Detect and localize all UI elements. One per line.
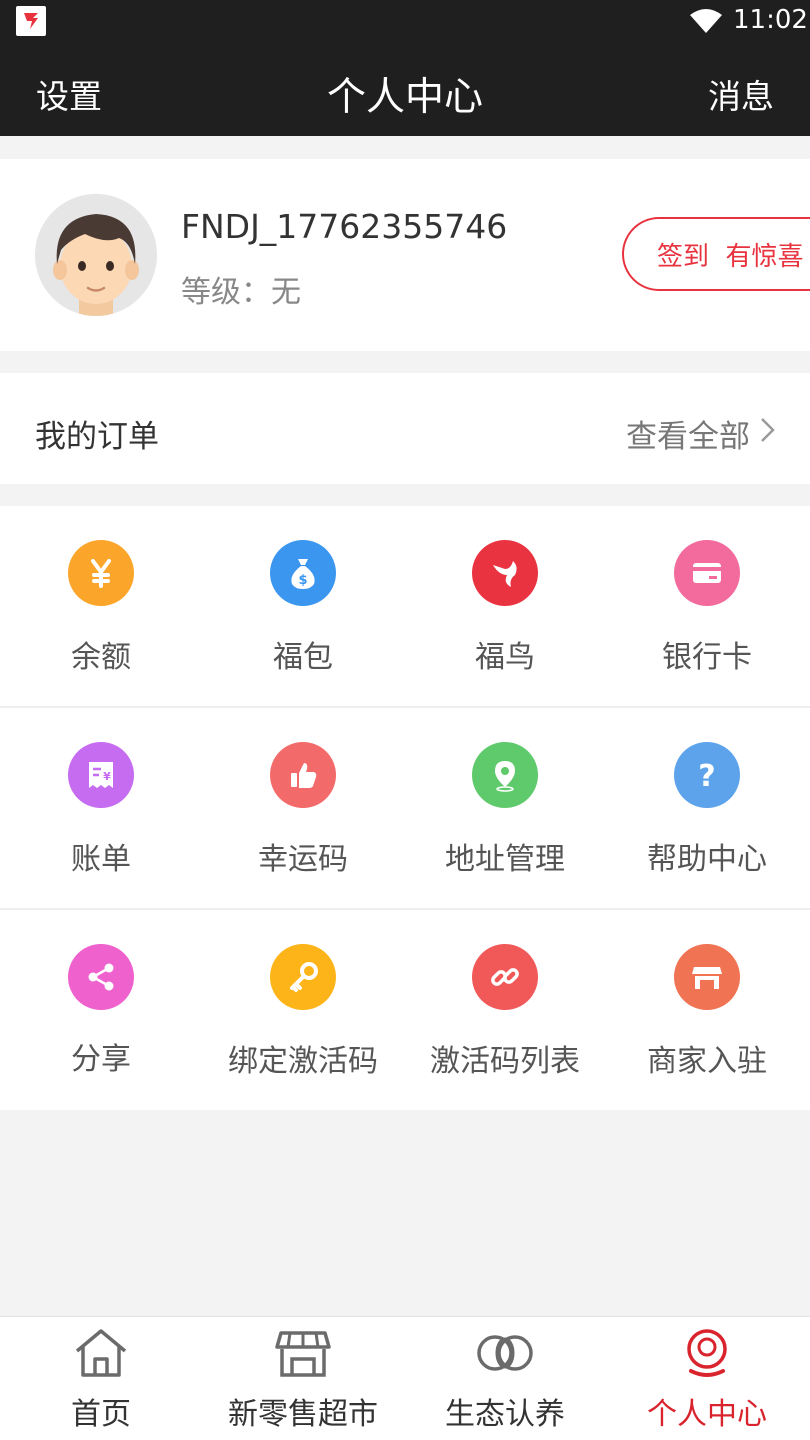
- username: FNDJ_17762355746: [181, 207, 508, 246]
- feature-label: 绑定激活码: [228, 1044, 378, 1079]
- feature-label: 分享: [71, 1042, 131, 1077]
- feature-lucky-code[interactable]: 幸运码: [202, 708, 404, 908]
- feature-activation-list[interactable]: 激活码列表: [404, 910, 606, 1110]
- svg-text:¥: ¥: [103, 770, 111, 783]
- money-bag-icon: $: [270, 540, 336, 606]
- key-icon: [270, 944, 336, 1010]
- checkin-button[interactable]: 签到 有惊喜: [622, 217, 810, 291]
- bottom-tab-bar: 首页 新零售超市 生态认养 个人中心: [0, 1316, 810, 1440]
- tab-label: 个人中心: [647, 1397, 767, 1432]
- feature-label: 银行卡: [662, 640, 752, 675]
- feature-merchant-join[interactable]: 商家入驻: [606, 910, 808, 1110]
- feature-label: 福鸟: [475, 640, 535, 675]
- bank-card-icon: [674, 540, 740, 606]
- header-bar: 设置 个人中心 消息: [0, 44, 810, 136]
- feature-share[interactable]: 分享: [0, 910, 202, 1110]
- feature-row-1: 余额 $ 福包 福鸟 银行卡: [0, 506, 810, 707]
- avatar-boy-icon[interactable]: [35, 194, 157, 316]
- tab-label: 首页: [71, 1397, 131, 1432]
- bill-icon: ¥: [68, 742, 134, 808]
- feature-label: 激活码列表: [430, 1044, 580, 1079]
- link-icon: [472, 944, 538, 1010]
- app-notification-icon: [16, 6, 46, 36]
- checkin-label: 签到 有惊喜: [657, 241, 804, 272]
- tab-label: 新零售超市: [228, 1397, 378, 1432]
- tab-label: 生态认养: [445, 1397, 565, 1432]
- tab-home[interactable]: 首页: [0, 1317, 202, 1440]
- view-all-orders-link[interactable]: 查看全部: [626, 411, 750, 456]
- tab-profile[interactable]: 个人中心: [606, 1317, 808, 1440]
- feature-grid: 余额 $ 福包 福鸟 银行卡 ¥ 账单 幸运码 地址管理 ? 帮助中心 分享 绑…: [0, 506, 810, 1110]
- feature-address[interactable]: 地址管理: [404, 708, 606, 908]
- feature-help[interactable]: ? 帮助中心: [606, 708, 808, 908]
- chevron-right-icon: [761, 418, 775, 442]
- wifi-icon: [690, 9, 722, 33]
- feature-label: 地址管理: [445, 842, 565, 877]
- feature-fubao[interactable]: $ 福包: [202, 506, 404, 706]
- feature-bank-card[interactable]: 银行卡: [606, 506, 808, 706]
- person-icon: [687, 1329, 727, 1377]
- user-level: 等级：无: [181, 275, 301, 310]
- messages-button[interactable]: 消息: [708, 70, 774, 118]
- storefront-icon: [674, 944, 740, 1010]
- location-pin-icon: [472, 742, 538, 808]
- status-time: 11:02: [733, 5, 808, 35]
- share-icon: [68, 944, 134, 1010]
- fniao-bird-icon: [472, 540, 538, 606]
- status-bar: 11:02: [0, 0, 810, 44]
- feature-label: 帮助中心: [647, 842, 767, 877]
- feature-label: 余额: [71, 640, 131, 675]
- thumbs-up-icon: [270, 742, 336, 808]
- store-icon: [275, 1331, 331, 1377]
- feature-bill[interactable]: ¥ 账单: [0, 708, 202, 908]
- page-title: 个人中心: [326, 75, 483, 120]
- my-orders-row[interactable]: 我的订单 查看全部: [0, 373, 810, 484]
- feature-label: 福包: [273, 640, 333, 675]
- feature-balance[interactable]: 余额: [0, 506, 202, 706]
- svg-text:?: ?: [698, 759, 715, 794]
- tab-ecology[interactable]: 生态认养: [404, 1317, 606, 1440]
- yuan-coin-icon: [68, 540, 134, 606]
- feature-label: 账单: [71, 842, 131, 877]
- svg-text:$: $: [298, 573, 307, 588]
- feature-row-3: 分享 绑定激活码 激活码列表 商家入驻: [0, 908, 810, 1109]
- feature-row-2: ¥ 账单 幸运码 地址管理 ? 帮助中心: [0, 706, 810, 907]
- home-icon: [75, 1329, 127, 1377]
- feature-label: 幸运码: [258, 842, 348, 877]
- feature-bind-activation[interactable]: 绑定激活码: [202, 910, 404, 1110]
- tab-store[interactable]: 新零售超市: [202, 1317, 404, 1440]
- feature-label: 商家入驻: [647, 1044, 767, 1079]
- rings-icon: [477, 1335, 533, 1371]
- profile-card: FNDJ_17762355746 等级：无 签到 有惊喜: [0, 159, 810, 351]
- feature-funiao[interactable]: 福鸟: [404, 506, 606, 706]
- question-icon: ?: [674, 742, 740, 808]
- my-orders-label: 我的订单: [35, 419, 159, 455]
